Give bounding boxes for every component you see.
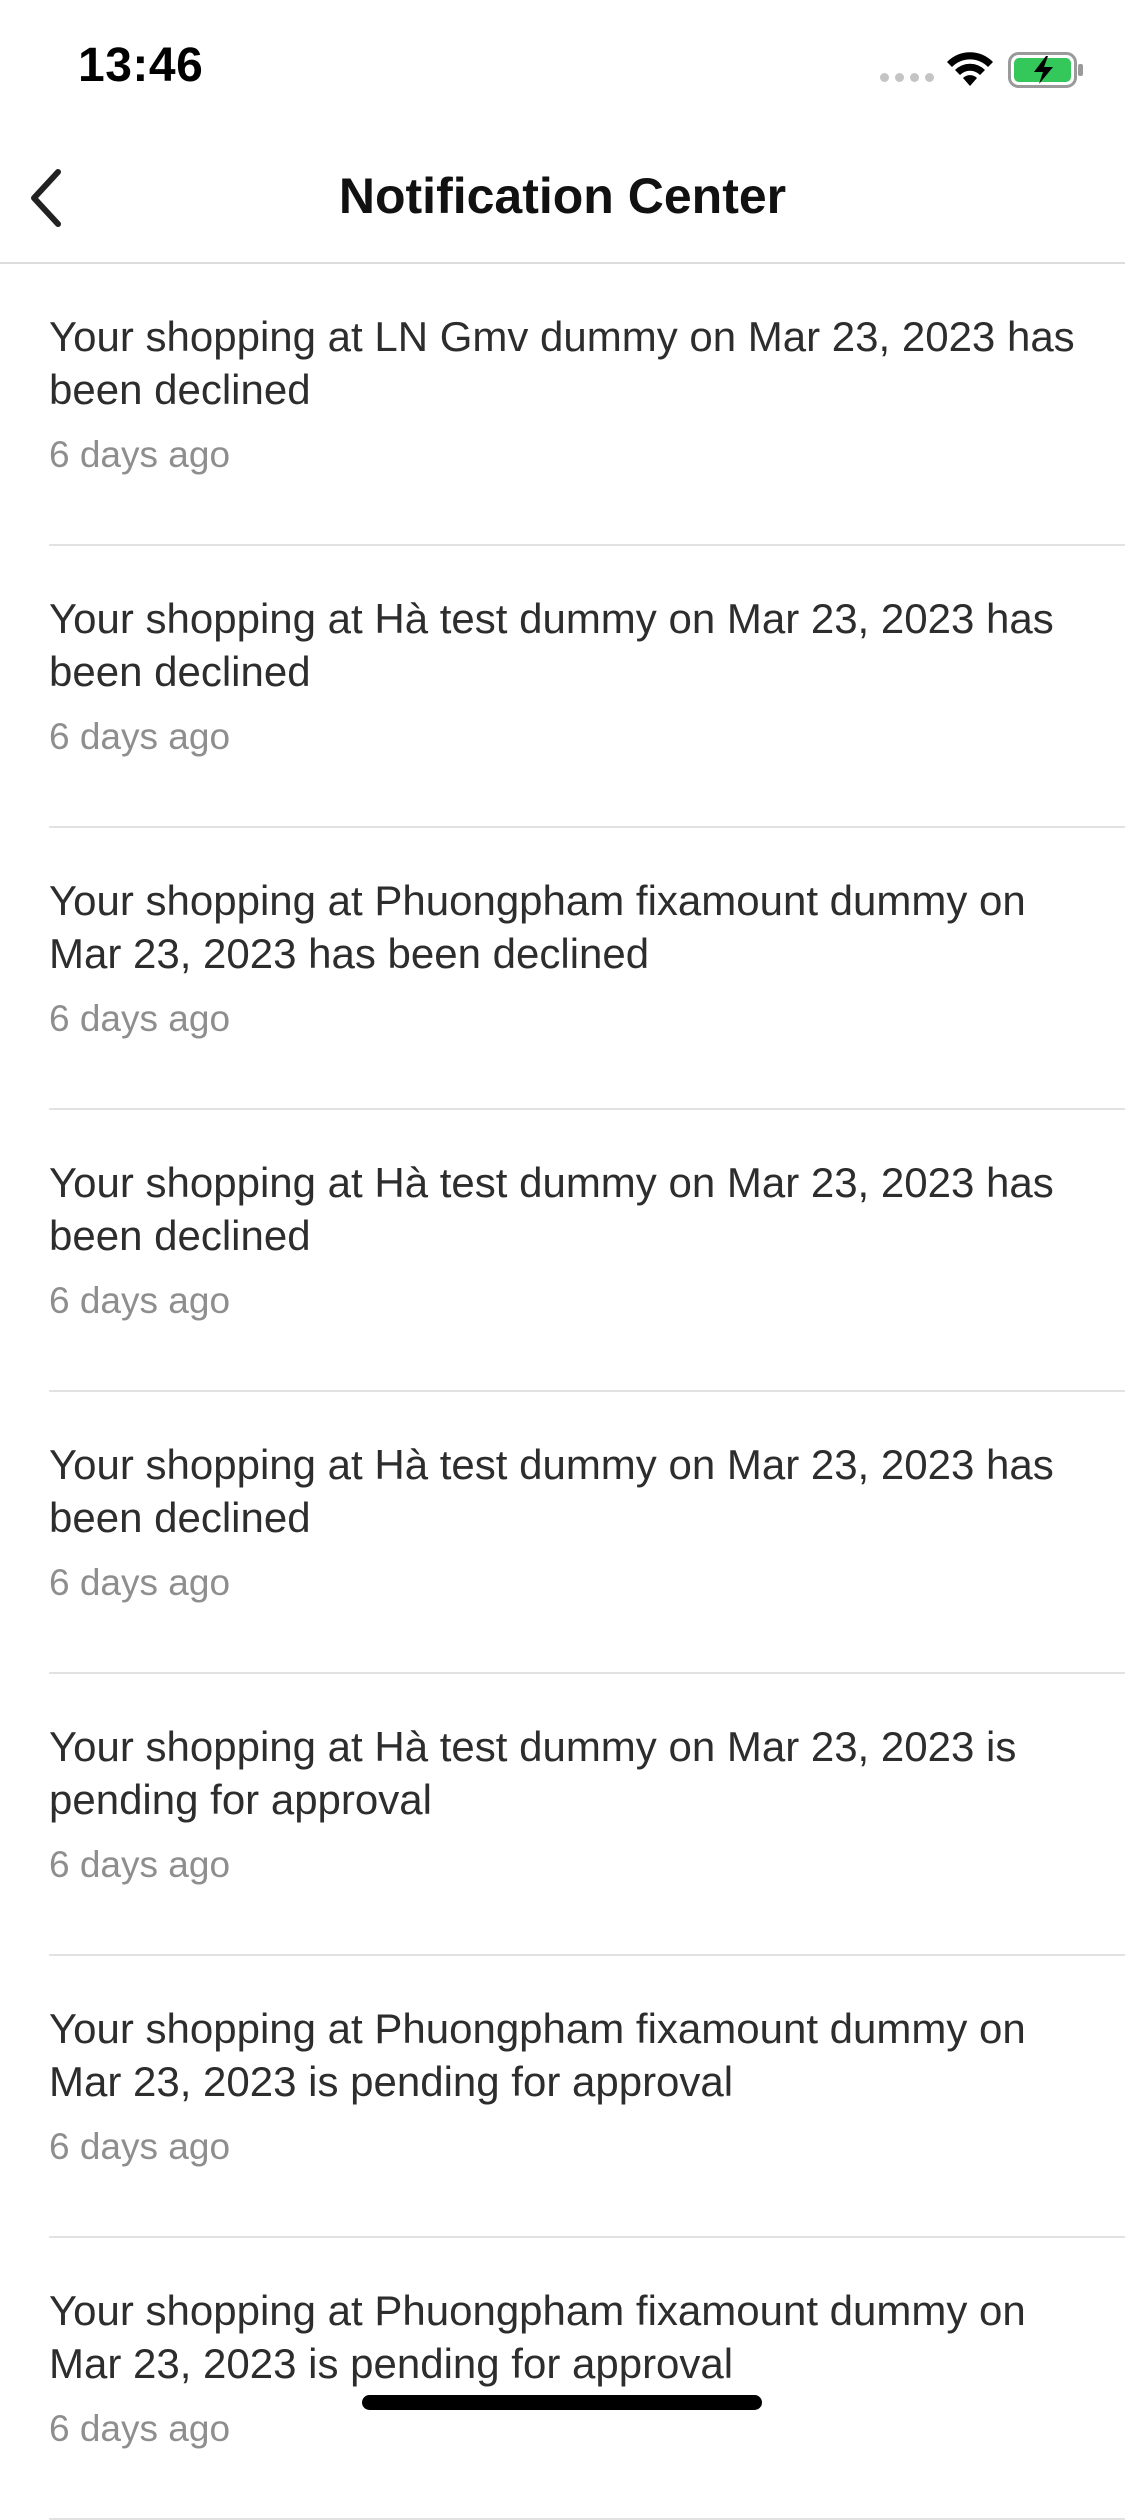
notification-text: Your shopping at Phuongpham fixamount du… (49, 877, 1026, 977)
home-indicator[interactable] (362, 2395, 762, 2410)
status-time: 13:46 (78, 39, 204, 92)
notification-item[interactable]: Your shopping at Phuongpham fixamount du… (0, 2238, 1125, 2520)
notification-text: Your shopping at Phuongpham fixamount du… (49, 2005, 1026, 2105)
notification-item[interactable]: Your shopping at Hà test dummy on Mar 23… (0, 1392, 1125, 1674)
wifi-icon (947, 52, 993, 86)
page-title: Notification Center (338, 168, 787, 224)
notification-text: Your shopping at Hà test dummy on Mar 23… (49, 1159, 1054, 1259)
notification-time: 6 days ago (49, 434, 231, 475)
notification-time: 6 days ago (49, 2408, 231, 2449)
notification-time: 6 days ago (49, 1844, 231, 1885)
signal-icon (880, 73, 934, 82)
notification-item[interactable]: Your shopping at Hà test dummy on Mar 23… (0, 546, 1125, 828)
notification-time: 6 days ago (49, 1562, 231, 1603)
notification-text: Your shopping at Hà test dummy on Mar 23… (49, 1723, 1017, 1823)
notification-text: Your shopping at Hà test dummy on Mar 23… (49, 595, 1054, 695)
notification-text: Your shopping at Phuongpham fixamount du… (49, 2287, 1026, 2387)
status-bar: 13:46 (0, 0, 1125, 135)
notification-time: 6 days ago (49, 998, 231, 1039)
navigation-bar: Notification Center (0, 135, 1125, 264)
notification-item[interactable]: Your shopping at Hà test dummy on Mar 23… (0, 1674, 1125, 1956)
notification-time: 6 days ago (49, 716, 231, 757)
notification-item[interactable]: Your shopping at Phuongpham fixamount du… (0, 1956, 1125, 2238)
notification-item[interactable]: Your shopping at LN Gmv dummy on Mar 23,… (0, 264, 1125, 546)
notification-time: 6 days ago (49, 1280, 231, 1321)
notification-text: Your shopping at Hà test dummy on Mar 23… (49, 1441, 1054, 1541)
battery-charging-icon (1008, 52, 1083, 88)
notification-list[interactable]: Your shopping at LN Gmv dummy on Mar 23,… (0, 264, 1125, 2520)
notification-time: 6 days ago (49, 2126, 231, 2167)
notification-text: Your shopping at LN Gmv dummy on Mar 23,… (49, 313, 1075, 413)
notification-item[interactable]: Your shopping at Hà test dummy on Mar 23… (0, 1110, 1125, 1392)
notification-item[interactable]: Your shopping at Phuongpham fixamount du… (0, 828, 1125, 1110)
